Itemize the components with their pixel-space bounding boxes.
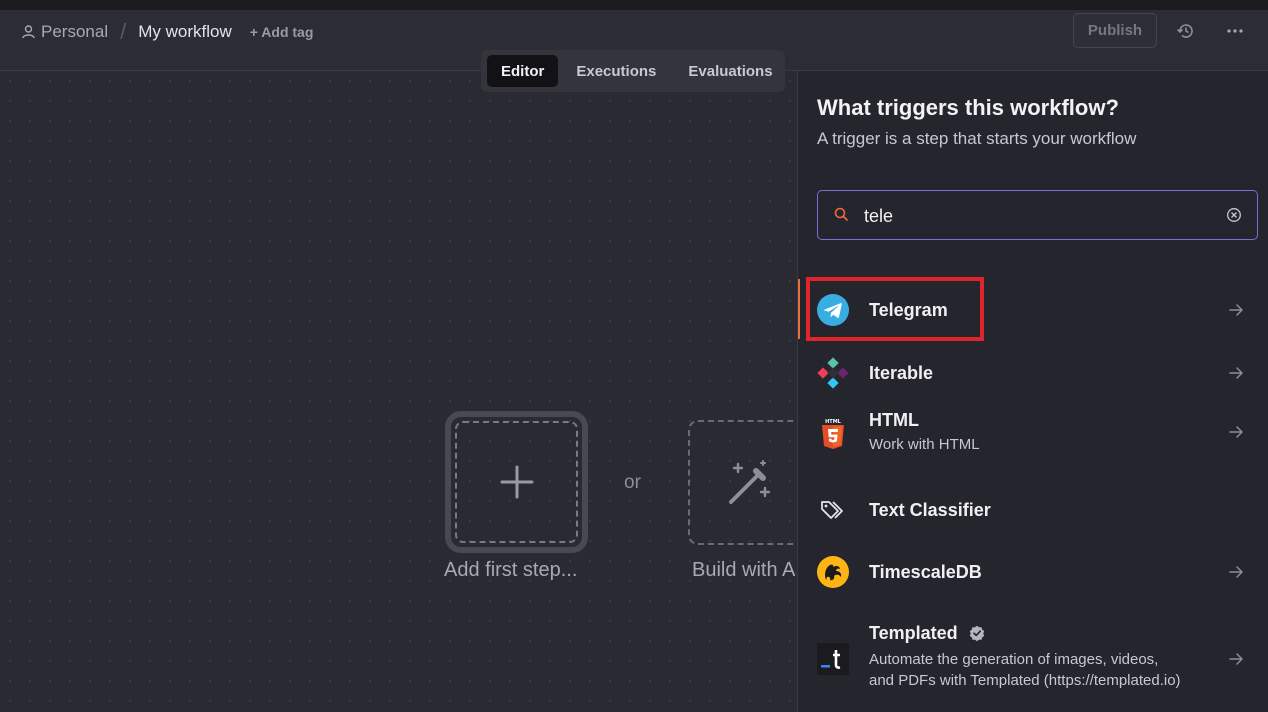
item-name: Text Classifier xyxy=(869,500,991,520)
add-first-step-label: Add first step... xyxy=(444,559,578,581)
tab-editor[interactable]: Editor xyxy=(487,55,559,87)
search-icon xyxy=(834,207,848,221)
item-name: Telegram xyxy=(869,300,948,320)
item-name: TimescaleDB xyxy=(869,562,982,582)
active-indicator xyxy=(798,279,800,339)
arrow-right-icon xyxy=(1229,566,1243,578)
or-label: or xyxy=(624,472,641,493)
telegram-icon xyxy=(817,294,849,326)
add-tag-button[interactable]: + Add tag xyxy=(250,24,314,40)
item-description: Work with HTML xyxy=(869,436,980,453)
timescaledb-icon xyxy=(817,556,849,588)
breadcrumb-separator: / xyxy=(120,19,127,44)
arrow-right-icon xyxy=(1229,426,1243,438)
html5-icon: HTML xyxy=(822,419,844,449)
magic-wand-icon xyxy=(729,459,771,504)
build-with-ai-label: Build with AI xyxy=(692,559,801,581)
trigger-search xyxy=(817,190,1258,240)
svg-text:HTML: HTML xyxy=(825,419,842,425)
more-options-icon[interactable] xyxy=(1225,21,1245,41)
panel-title: What triggers this workflow? xyxy=(817,95,1119,120)
arrow-right-icon xyxy=(1229,304,1243,316)
arrow-right-icon xyxy=(1229,653,1243,665)
tag-icon xyxy=(821,501,843,519)
arrow-right-icon xyxy=(1229,367,1243,379)
breadcrumb: Personal / My workflow + Add tag xyxy=(22,19,314,44)
plus-icon xyxy=(500,465,533,499)
item-name: HTML xyxy=(869,410,919,430)
item-description-line-2: and PDFs with Templated (https://templat… xyxy=(869,672,1181,689)
item-name-text: Templated xyxy=(869,623,958,643)
view-tabs: Editor Executions Evaluations xyxy=(481,50,785,92)
iterable-icon xyxy=(817,357,849,389)
trigger-panel: What triggers this workflow? A trigger i… xyxy=(797,71,1268,712)
verified-badge-icon xyxy=(969,625,984,642)
add-first-step-button[interactable] xyxy=(445,411,588,553)
tab-executions[interactable]: Executions xyxy=(562,55,670,87)
history-icon[interactable] xyxy=(1176,21,1196,41)
item-name: Templated xyxy=(869,623,985,644)
user-icon xyxy=(22,25,35,39)
tab-evaluations[interactable]: Evaluations xyxy=(674,55,786,87)
item-description-line-1: Automate the generation of images, video… xyxy=(869,651,1159,668)
item-name: Iterable xyxy=(869,363,934,383)
publish-button[interactable]: Publish xyxy=(1073,13,1157,48)
search-input[interactable] xyxy=(864,203,1214,229)
panel-subtitle: A trigger is a step that starts your wor… xyxy=(817,129,1137,148)
clear-search-icon[interactable] xyxy=(1226,207,1242,223)
window-top-strip xyxy=(0,0,1268,10)
templated-icon xyxy=(817,643,849,675)
workflow-name[interactable]: My workflow xyxy=(138,22,232,42)
workflow-canvas[interactable]: or Add first step... Build with AI xyxy=(0,71,818,712)
project-link[interactable]: Personal xyxy=(22,22,108,42)
project-name: Personal xyxy=(41,22,109,41)
